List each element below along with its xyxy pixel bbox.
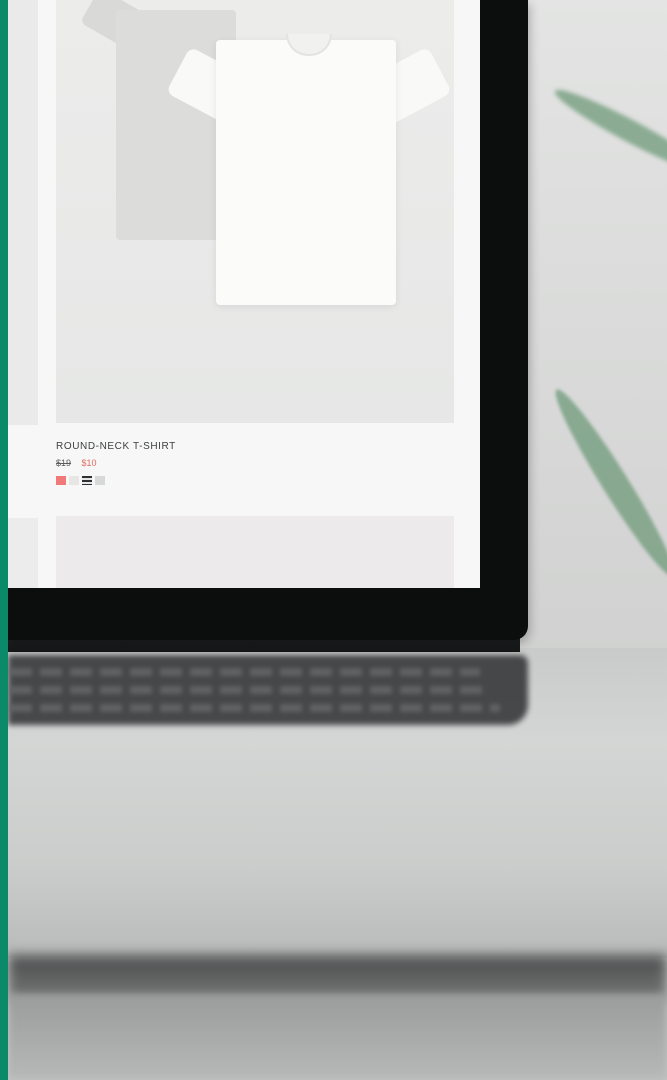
product-image[interactable] [56,0,454,423]
laptop-edge-shadow [8,955,667,1000]
color-swatch[interactable] [69,476,79,485]
color-swatch[interactable] [82,476,92,485]
laptop-screen: ROUND-NECK T-SHIRT $19 $10 [8,0,480,588]
keyboard-key-row [10,704,500,712]
product-name[interactable]: ROUND-NECK T-SHIRT [56,441,176,452]
color-swatch[interactable] [56,476,66,485]
color-swatches [56,476,105,485]
keyboard-key-row [10,686,490,694]
sale-price: $10 [81,458,97,468]
keyboard-key-row [10,668,480,676]
accent-bar [0,0,8,1080]
product-price: $19 $10 [56,458,97,468]
color-swatch[interactable] [95,476,105,485]
desk-surface [8,995,667,1080]
product-card-next[interactable] [56,516,454,588]
product-card-partial[interactable] [8,0,38,425]
product-card-partial[interactable] [8,518,38,588]
original-price: $19 [56,458,72,468]
